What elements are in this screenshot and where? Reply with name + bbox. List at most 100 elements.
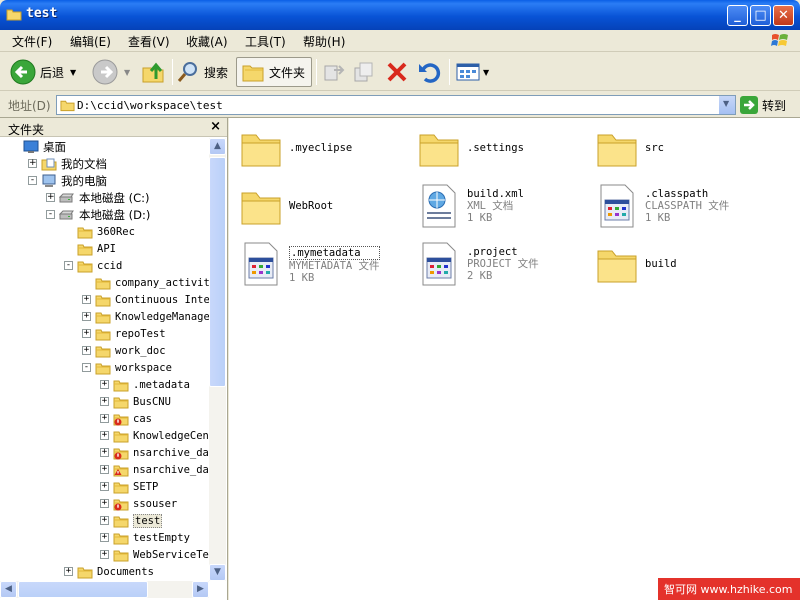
tree-item[interactable]: + work_doc [82, 342, 166, 359]
expand-icon[interactable]: + [46, 193, 55, 202]
views-icon [456, 63, 480, 81]
tree-item[interactable]: + WebServiceTest [100, 546, 210, 563]
expand-icon[interactable]: + [100, 397, 109, 406]
collapse-icon[interactable]: - [64, 261, 73, 270]
expand-icon[interactable]: + [100, 448, 109, 457]
drive-icon [59, 210, 74, 219]
collapse-icon[interactable]: - [82, 363, 91, 372]
expand-icon[interactable]: + [82, 295, 91, 304]
expand-icon[interactable]: + [100, 431, 109, 440]
tree-item[interactable]: company_activities [82, 274, 210, 291]
scroll-down-icon[interactable]: ▼ [209, 564, 226, 581]
tree-item[interactable]: + 我的文档 [28, 155, 107, 172]
delete-button[interactable] [385, 57, 409, 87]
tree-item[interactable]: API [64, 240, 116, 257]
collapse-icon[interactable]: - [46, 210, 55, 219]
scroll-right-icon[interactable]: ▶ [192, 581, 209, 598]
file-item[interactable]: src [595, 124, 664, 172]
expand-icon[interactable]: + [64, 567, 73, 576]
minimize-button[interactable]: _ [727, 5, 748, 26]
expand-icon[interactable]: + [82, 329, 91, 338]
tree-item[interactable]: + cas [100, 410, 152, 427]
svn-conflict-folder-icon [113, 448, 129, 459]
svn-modified-folder-icon [113, 465, 129, 476]
tree-item[interactable]: + KnowledgeManageSystem [82, 308, 210, 325]
expand-icon[interactable]: + [100, 380, 109, 389]
scroll-left-icon[interactable]: ◀ [0, 581, 17, 598]
tree-item[interactable]: + KnowledgeCenter [100, 427, 210, 444]
file-item[interactable]: .mymetadata MYMETADATA 文件 1 KB [239, 240, 380, 288]
tree-item[interactable]: - workspace [82, 359, 172, 376]
collapse-icon[interactable]: - [28, 176, 37, 185]
copy-to-button[interactable] [352, 57, 376, 87]
file-item[interactable]: build.xml XML 文档 1 KB [417, 182, 524, 230]
file-item[interactable]: .settings [417, 124, 524, 172]
tree-item[interactable]: 360Rec [64, 223, 135, 240]
tree-item[interactable]: + repoTest [82, 325, 166, 342]
folders-button[interactable]: 文件夹 [236, 57, 312, 87]
folder-icon [241, 134, 281, 167]
tree-item[interactable]: + 本地磁盘 (C:) [46, 189, 150, 206]
forward-button[interactable]: ▼ [92, 57, 130, 87]
close-icon[interactable]: × [210, 119, 221, 134]
vertical-scrollbar[interactable]: ▲ ▼ [209, 138, 226, 581]
tree-item[interactable]: + testEmpty [100, 529, 190, 546]
menu-file[interactable]: 文件(F) [12, 33, 52, 50]
undo-icon [419, 63, 441, 83]
expand-icon[interactable]: + [100, 516, 109, 525]
menu-edit[interactable]: 编辑(E) [70, 33, 111, 50]
expand-icon[interactable]: + [82, 346, 91, 355]
tree-item[interactable]: + .metadata [100, 376, 190, 393]
tree-item[interactable]: - ccid [64, 257, 122, 274]
tree-item[interactable]: - 本地磁盘 (D:) [46, 206, 150, 223]
expand-icon[interactable]: + [100, 533, 109, 542]
folder-icon [113, 380, 129, 391]
scrollbar-thumb[interactable] [209, 157, 226, 387]
views-button[interactable]: ▼ [455, 57, 489, 87]
tree-item[interactable]: + BusCNU [100, 393, 171, 410]
folder-icon [597, 250, 637, 283]
search-button[interactable]: 搜索 [176, 57, 228, 87]
menu-view[interactable]: 查看(V) [128, 33, 170, 50]
scrollbar-thumb[interactable] [18, 581, 148, 598]
expand-icon[interactable]: + [100, 482, 109, 491]
file-item[interactable]: build [595, 240, 677, 288]
file-item[interactable]: .project PROJECT 文件 2 KB [417, 240, 539, 288]
expand-icon[interactable]: + [100, 414, 109, 423]
title-bar[interactable]: test _ □ ✕ [0, 0, 800, 30]
chevron-down-icon[interactable]: ▼ [483, 68, 489, 77]
expand-icon[interactable]: + [100, 499, 109, 508]
address-input[interactable]: D:\ccid\workspace\test ▼ [56, 95, 736, 115]
up-folder-button[interactable] [140, 57, 166, 87]
expand-icon[interactable]: + [100, 550, 109, 559]
maximize-button[interactable]: □ [750, 5, 771, 26]
scroll-up-icon[interactable]: ▲ [209, 138, 226, 155]
close-button[interactable]: ✕ [773, 5, 794, 26]
tree-item[interactable]: + Continuous Integration [82, 291, 210, 308]
expand-icon[interactable]: + [28, 159, 37, 168]
tree-item[interactable]: + nsarchive_data [100, 461, 210, 478]
undo-button[interactable] [417, 57, 441, 87]
tree-item[interactable]: + nsarchive_data [100, 444, 210, 461]
tree-item[interactable]: + test [100, 512, 163, 529]
tree-item[interactable]: - 我的电脑 [28, 172, 107, 189]
go-button[interactable]: 转到 [740, 95, 796, 115]
horizontal-scrollbar[interactable]: ◀ ▶ [0, 581, 209, 598]
menu-help[interactable]: 帮助(H) [303, 33, 345, 50]
move-to-button[interactable] [322, 57, 346, 87]
expand-icon[interactable]: + [82, 312, 91, 321]
tree-item[interactable]: + Documents [64, 563, 154, 580]
tree-item[interactable]: + SETP [100, 478, 158, 495]
chevron-down-icon[interactable]: ▼ [70, 68, 76, 77]
tree-item[interactable]: 桌面 [10, 138, 66, 155]
file-item[interactable]: .classpath CLASSPATH 文件 1 KB [595, 182, 729, 230]
address-dropdown-button[interactable]: ▼ [718, 96, 735, 114]
expand-icon[interactable]: + [100, 465, 109, 474]
back-button[interactable]: 后退 ▼ [10, 57, 76, 87]
chevron-down-icon[interactable]: ▼ [124, 68, 130, 77]
tree-item[interactable]: + ssouser [100, 495, 177, 512]
menu-favorites[interactable]: 收藏(A) [186, 33, 228, 50]
menu-tools[interactable]: 工具(T) [245, 33, 286, 50]
file-item[interactable]: .myeclipse [239, 124, 352, 172]
file-item[interactable]: WebRoot [239, 182, 333, 230]
